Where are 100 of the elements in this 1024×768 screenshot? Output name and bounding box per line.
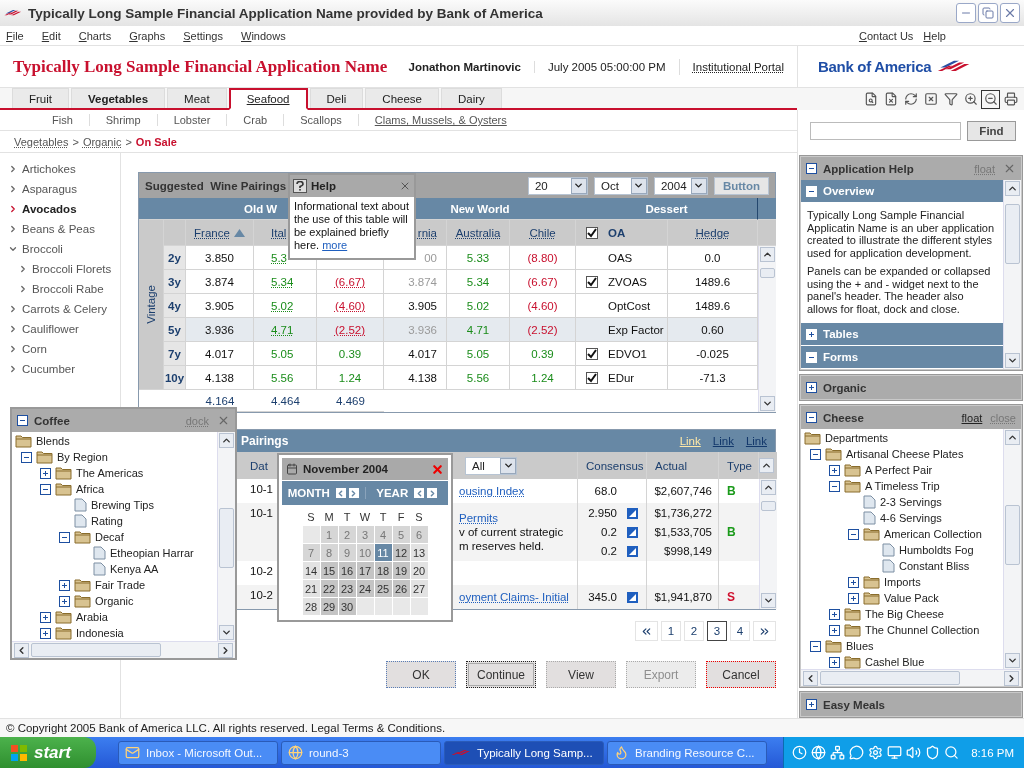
- nav-item[interactable]: Artichokes: [22, 163, 76, 175]
- nav-item[interactable]: Beans & Peas: [22, 223, 95, 235]
- tab[interactable]: Dairy: [441, 88, 502, 108]
- vertical-scrollbar[interactable]: [217, 432, 235, 641]
- checkbox[interactable]: [586, 226, 598, 239]
- tree-item[interactable]: 2-3 Servings: [880, 496, 942, 508]
- tab[interactable]: Vegetables: [71, 88, 166, 108]
- column-header[interactable]: Type: [719, 452, 759, 479]
- scrollbar-thumb[interactable]: [761, 501, 776, 511]
- calendar-day[interactable]: 21: [302, 580, 320, 597]
- scroll-down-button[interactable]: [1005, 653, 1020, 668]
- expand-icon[interactable]: [806, 382, 817, 393]
- value-link[interactable]: (2.52): [334, 323, 365, 336]
- menu-item[interactable]: File: [6, 29, 24, 42]
- tree-item[interactable]: Etheopian Harrar: [110, 547, 194, 559]
- nav-item[interactable]: Asparagus: [22, 183, 77, 195]
- calendar-day[interactable]: 29: [320, 598, 338, 615]
- calendar-day[interactable]: 25: [374, 580, 392, 597]
- column-header[interactable]: Dat: [249, 452, 273, 479]
- filter-select[interactable]: All: [465, 456, 517, 475]
- tab[interactable]: Meat: [167, 88, 227, 108]
- tree-item[interactable]: American Collection: [884, 528, 982, 540]
- tree-item[interactable]: Imports: [884, 576, 921, 588]
- scroll-left-button[interactable]: [14, 642, 29, 658]
- scroll-up-button[interactable]: [1005, 430, 1020, 445]
- action-button[interactable]: Continue: [466, 661, 536, 688]
- scroll-down-button[interactable]: [761, 593, 776, 608]
- value-link[interactable]: 5.02: [271, 299, 294, 312]
- scroll-up-button[interactable]: [760, 247, 775, 262]
- tree-item[interactable]: Brewing Tips: [91, 499, 154, 511]
- scroll-down-button[interactable]: [760, 396, 775, 411]
- expand-icon[interactable]: [40, 467, 51, 479]
- tree-item[interactable]: Cashel Blue: [865, 656, 925, 668]
- collapse-icon[interactable]: [806, 163, 817, 174]
- calendar-day[interactable]: 11: [374, 544, 392, 561]
- menu-item[interactable]: Charts: [78, 29, 112, 42]
- collapse-icon[interactable]: [848, 528, 859, 540]
- tree-item[interactable]: The Big Cheese: [865, 608, 944, 620]
- expand-icon[interactable]: [829, 624, 840, 636]
- tree-item[interactable]: Rating: [91, 515, 123, 527]
- year-select[interactable]: 2004: [653, 176, 708, 195]
- tree-item[interactable]: A Timeless Trip: [865, 480, 940, 492]
- nav-item[interactable]: Avocados: [22, 203, 77, 215]
- tree-item[interactable]: Departments: [825, 432, 888, 444]
- vertical-scrollbar[interactable]: [1003, 180, 1021, 369]
- collapse-icon[interactable]: [21, 451, 32, 463]
- tree-item[interactable]: A Perfect Pair: [865, 464, 933, 476]
- calendar-day[interactable]: 22: [320, 580, 338, 597]
- column-header[interactable]: Actual: [647, 452, 719, 479]
- nav-item[interactable]: Broccoli Florets: [32, 263, 112, 275]
- column-header-link[interactable]: Hedge: [695, 226, 730, 239]
- column-header-link[interactable]: Australia: [455, 226, 501, 239]
- expand-icon[interactable]: [40, 627, 51, 639]
- scrollbar-thumb[interactable]: [31, 643, 161, 657]
- tab[interactable]: Cheese: [365, 88, 439, 108]
- menu-item[interactable]: Settings: [183, 29, 223, 42]
- close-icon[interactable]: [399, 180, 411, 192]
- taskbar-button[interactable]: Typically Long Samp...: [444, 740, 604, 765]
- calendar-day[interactable]: 28: [302, 598, 320, 615]
- tree-item[interactable]: Africa: [76, 483, 105, 495]
- panel-action-link[interactable]: float: [961, 411, 983, 424]
- header-link[interactable]: Help: [923, 29, 946, 42]
- tree-item[interactable]: Organic: [95, 595, 134, 607]
- tree-item[interactable]: Artisanal Cheese Plates: [846, 448, 964, 460]
- edit-icon[interactable]: [627, 545, 638, 557]
- nav-item[interactable]: Cucumber: [22, 363, 76, 375]
- collapse-icon[interactable]: [810, 448, 821, 460]
- column-header-link[interactable]: rnia: [417, 226, 437, 239]
- tree-item[interactable]: Blues: [846, 640, 874, 652]
- sub-tab[interactable]: Fish: [36, 114, 89, 126]
- calendar-day[interactable]: 27: [410, 580, 428, 597]
- scroll-left-button[interactable]: [803, 670, 818, 686]
- speaker-icon[interactable]: [906, 745, 922, 760]
- scrollbar-thumb[interactable]: [820, 671, 960, 685]
- tree-item[interactable]: The Chunnel Collection: [865, 624, 980, 636]
- scrollbar-thumb[interactable]: [219, 508, 234, 568]
- scroll-down-button[interactable]: [1005, 353, 1020, 368]
- page-button[interactable]: 4: [730, 621, 750, 641]
- page-button[interactable]: 2: [684, 621, 704, 641]
- tree-item[interactable]: Value Pack: [884, 592, 939, 604]
- globe-icon[interactable]: [811, 745, 827, 760]
- nav-item[interactable]: Cauliflower: [22, 323, 79, 335]
- page-button[interactable]: 3: [707, 621, 727, 641]
- sub-tab[interactable]: Crab: [226, 114, 284, 126]
- menu-item[interactable]: Windows: [241, 29, 286, 42]
- clock-icon[interactable]: [792, 745, 808, 760]
- breadcrumb-link[interactable]: Vegetables: [14, 135, 69, 148]
- portal-link[interactable]: Institutional Portal: [692, 60, 784, 73]
- page-button[interactable]: 1: [661, 621, 681, 641]
- column-header-link[interactable]: Chile: [529, 226, 556, 239]
- nav-item[interactable]: Broccoli: [22, 243, 63, 255]
- month-select[interactable]: Oct: [593, 176, 648, 195]
- tree-item[interactable]: By Region: [57, 451, 108, 463]
- scroll-right-button[interactable]: [218, 642, 233, 658]
- collapse-icon[interactable]: [17, 415, 28, 426]
- expand-icon[interactable]: [806, 699, 817, 710]
- menu-item[interactable]: Graphs: [129, 29, 166, 42]
- menu-item[interactable]: Edit: [41, 29, 61, 42]
- value-link[interactable]: 4.71: [271, 323, 294, 336]
- calendar-day[interactable]: 26: [392, 580, 410, 597]
